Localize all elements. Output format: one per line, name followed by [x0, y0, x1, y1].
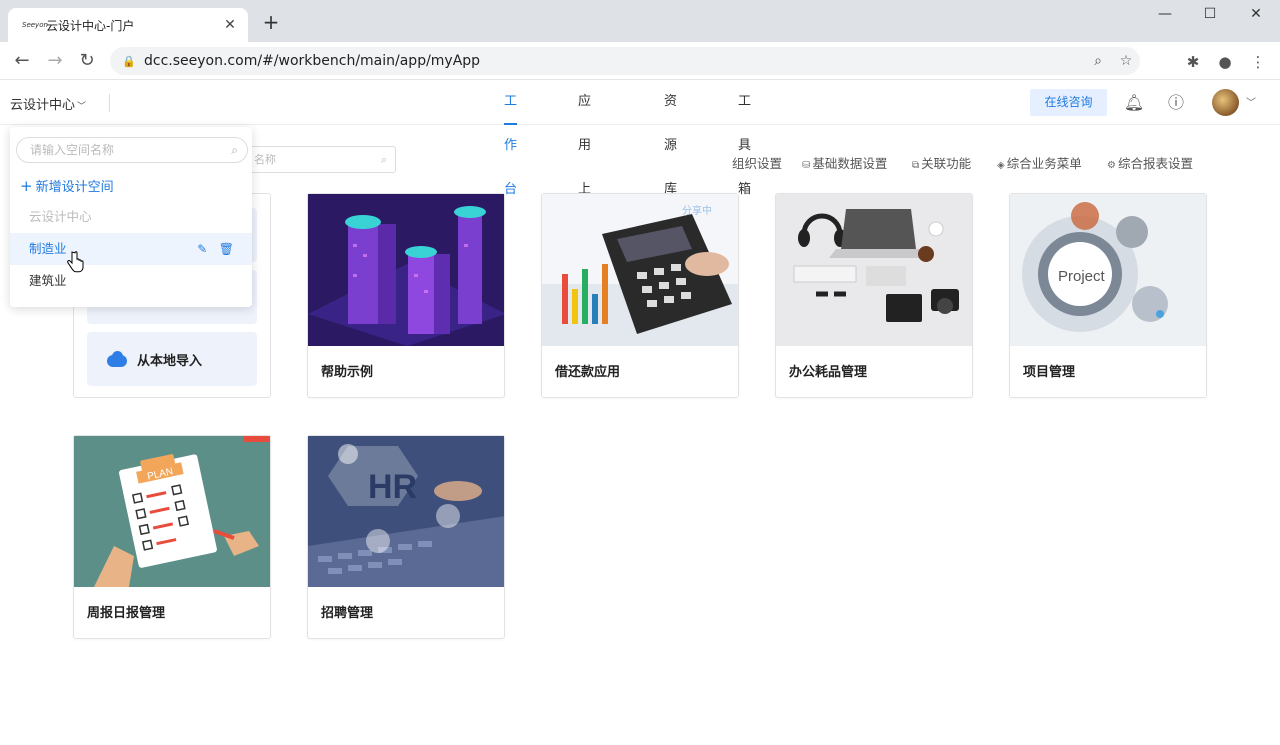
image-text-project: Project [1058, 268, 1106, 285]
app-image-calculator-charts: 分享中 [542, 194, 738, 346]
space-selector[interactable]: 云设计中心 ﹀ [10, 94, 86, 113]
app-name: 办公耗品管理 [789, 365, 868, 380]
browser-tabstrip: Seeyon 云设计中心-门户 ✕ + — ☐ ✕ [0, 0, 1280, 42]
reload-icon[interactable]: ↻ [76, 50, 98, 72]
app-card[interactable]: Project 项目管理 [1009, 193, 1207, 398]
image-text-hr: HR [368, 468, 417, 506]
app-search-input[interactable]: 名称 ⌕ [245, 146, 396, 173]
minimize-icon[interactable]: — [1145, 6, 1185, 26]
bell-icon[interactable]: 🔔︎ [1123, 92, 1145, 114]
address-bar[interactable]: 🔒 dcc.seeyon.com/#/workbench/main/app/my… [110, 47, 1140, 75]
avatar[interactable] [1212, 89, 1239, 116]
add-space-label: 新增设计空间 [35, 180, 114, 195]
report-settings-label: 综合报表设置 [1117, 156, 1193, 171]
bookmark-star-icon[interactable]: ☆ [1112, 53, 1140, 69]
database-icon: ⛁ [802, 160, 811, 171]
favicon-icon: Seeyon [22, 21, 48, 29]
lock-icon: 🔒 [122, 54, 136, 68]
org-settings-link[interactable]: 组织设置 [732, 153, 782, 172]
app-card[interactable]: 办公耗品管理 [775, 193, 973, 398]
browser-tab[interactable]: Seeyon 云设计中心-门户 ✕ [8, 8, 248, 42]
app-image-project-gears: Project [1010, 194, 1206, 346]
business-menu-label: 综合业务菜单 [1006, 156, 1082, 171]
extensions-icon[interactable]: ✱ [1182, 51, 1204, 73]
app-image-hr-keyboard: HR [308, 436, 504, 587]
url-text: dcc.seeyon.com/#/workbench/main/app/myAp… [144, 53, 481, 69]
add-space-button[interactable]: + 新增设计空间 [20, 176, 114, 195]
space-item-actions: ✎ 🗑︎ [197, 233, 234, 265]
app-image-plan-clipboard: PLAN [74, 436, 270, 587]
app-name: 招聘管理 [321, 606, 374, 621]
new-tab-icon[interactable]: + [260, 12, 282, 34]
zoom-icon[interactable]: ⌕ [1084, 53, 1112, 69]
space-item[interactable]: 制造业 ✎ 🗑︎ [10, 233, 252, 265]
profile-icon[interactable]: ● [1214, 51, 1236, 73]
space-selector-label: 云设计中心 [10, 98, 76, 113]
app-name: 项目管理 [1023, 365, 1076, 380]
space-item-label: 制造业 [29, 241, 67, 256]
plus-icon: + [20, 177, 33, 195]
online-consult-button[interactable]: 在线咨询 [1030, 89, 1107, 116]
nav-app-listing[interactable]: 应用上架 [578, 80, 591, 241]
header-divider [109, 94, 110, 112]
basic-data-settings-label: 基础数据设置 [812, 156, 888, 171]
edit-icon[interactable]: ✎ [197, 242, 207, 256]
avatar-chevron-down-icon[interactable]: ﹀ [1246, 94, 1256, 109]
app-name: 帮助示例 [321, 365, 374, 380]
hand-cursor-icon [67, 251, 84, 273]
space-item-label: 云设计中心 [29, 209, 92, 224]
app-card[interactable]: 帮助示例 [307, 193, 505, 398]
space-item[interactable]: 云设计中心 [10, 201, 252, 233]
space-search-placeholder: 请输入空间名称 [30, 143, 115, 157]
window-close-icon[interactable]: ✕ [1236, 6, 1276, 26]
related-function-link[interactable]: ⧉ 关联功能 [912, 153, 971, 172]
report-settings-link[interactable]: ⚙ 综合报表设置 [1107, 153, 1193, 172]
forward-icon[interactable]: → [44, 50, 66, 72]
app-name: 周报日报管理 [87, 606, 166, 621]
nav-resource-library[interactable]: 资源库 [664, 80, 677, 197]
cloud-upload-icon [107, 351, 129, 367]
tab-title: 云设计中心-门户 [46, 18, 135, 33]
help-icon[interactable]: ⓘ [1165, 92, 1187, 114]
layers-icon: ◈ [997, 160, 1005, 171]
business-menu-link[interactable]: ◈ 综合业务菜单 [997, 153, 1082, 172]
app-card[interactable]: HR 招聘管理 [307, 435, 505, 639]
app-image-office-desk [776, 194, 972, 346]
app-card[interactable]: PLAN 周报日报管理 [73, 435, 271, 639]
basic-data-settings-link[interactable]: ⛁ 基础数据设置 [802, 153, 887, 172]
app-name: 借还款应用 [555, 365, 621, 380]
local-import-button[interactable]: 从本地导入 [87, 332, 257, 386]
local-import-label: 从本地导入 [137, 353, 203, 369]
app-search-placeholder: 名称 [254, 153, 276, 166]
app-image-isometric-city [308, 194, 504, 346]
space-item-label: 建筑业 [29, 273, 67, 288]
delete-icon[interactable]: 🗑︎ [219, 242, 234, 256]
app-card[interactable]: 分享中 借还款应用 [541, 193, 739, 398]
space-search-input[interactable]: 请输入空间名称 ⌕ [16, 137, 248, 163]
org-settings-label: 组织设置 [732, 156, 783, 171]
tab-close-icon[interactable]: ✕ [222, 17, 238, 33]
browser-menu-icon[interactable]: ⋮ [1247, 51, 1269, 73]
shared-badge: 分享中 [682, 204, 712, 217]
link-icon: ⧉ [912, 160, 920, 171]
nav-workbench[interactable]: 工作台 [504, 80, 518, 197]
related-function-label: 关联功能 [921, 156, 972, 171]
gear-icon: ⚙ [1107, 160, 1116, 171]
space-item[interactable]: 建筑业 [10, 265, 252, 297]
chevron-down-icon: ﹀ [77, 102, 87, 112]
search-icon: ⌕ [380, 153, 387, 166]
app-header: 云设计中心﹀ 工作台 应用上架 资源库 工具箱 在线咨询 🔔︎ ⓘ ﹀ [0, 80, 1280, 241]
nav-toolbox[interactable]: 工具箱 [738, 80, 751, 197]
search-icon: ⌕ [231, 143, 238, 157]
back-icon[interactable]: ← [11, 50, 33, 72]
maximize-icon[interactable]: ☐ [1190, 6, 1230, 26]
space-dropdown: 请输入空间名称 ⌕ + 新增设计空间 云设计中心 制造业 ✎ 🗑︎ 建筑业 [10, 127, 252, 307]
browser-toolbar: ← → ↻ 🔒 dcc.seeyon.com/#/workbench/main/… [0, 42, 1280, 80]
